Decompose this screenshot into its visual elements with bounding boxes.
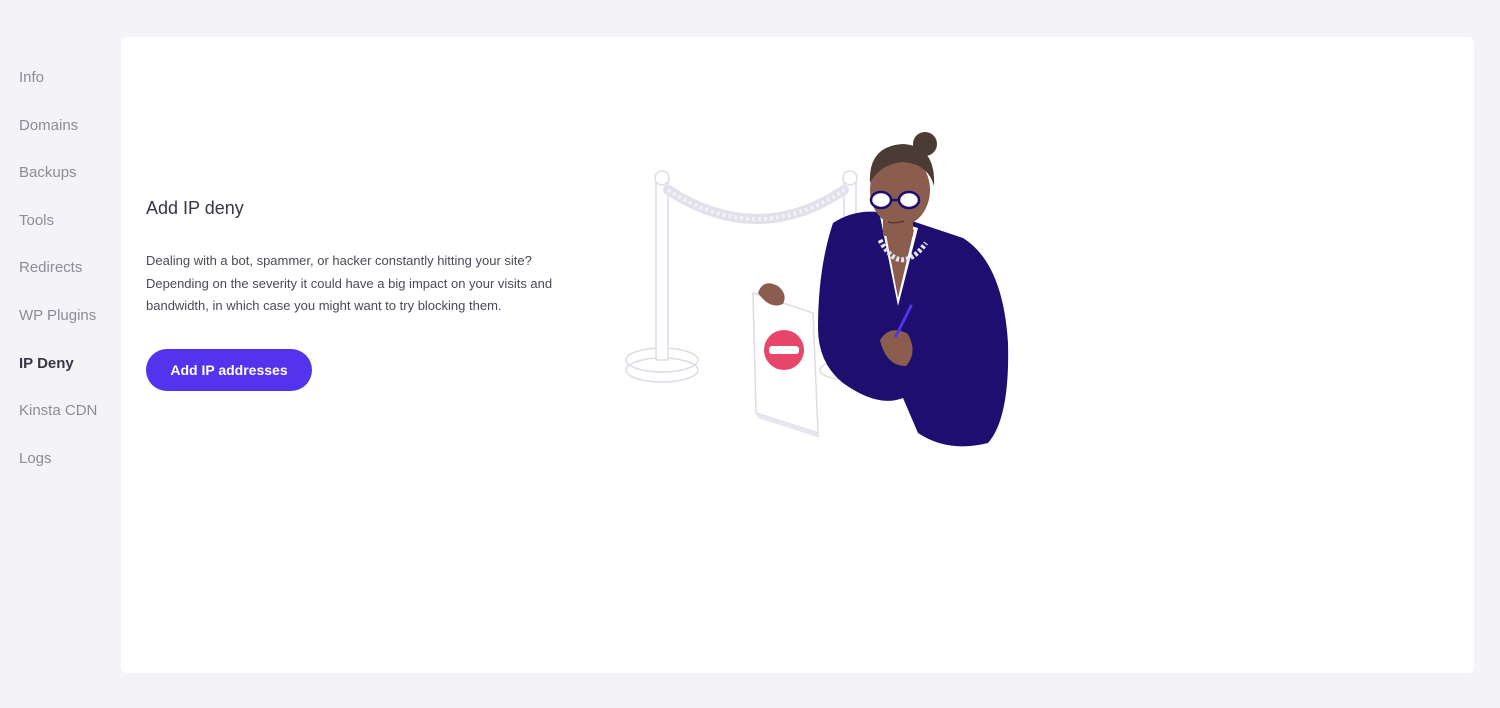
sidebar-item-info[interactable]: Info [19, 69, 44, 86]
sidebar-item-tools[interactable]: Tools [19, 212, 54, 229]
sidebar-nav: Info Domains Backups Tools Redirects WP … [0, 0, 121, 708]
add-ip-addresses-button[interactable]: Add IP addresses [146, 349, 312, 391]
sidebar-item-backups[interactable]: Backups [19, 164, 77, 181]
sidebar-item-logs[interactable]: Logs [19, 450, 52, 467]
sidebar-item-kinsta-cdn[interactable]: Kinsta CDN [19, 402, 97, 419]
sidebar-item-ip-deny[interactable]: IP Deny [19, 355, 74, 372]
page-title: Add IP deny [146, 198, 244, 218]
page-description: Dealing with a bot, spammer, or hacker c… [146, 253, 553, 313]
sidebar-item-redirects[interactable]: Redirects [19, 259, 82, 276]
sidebar-item-wp-plugins[interactable]: WP Plugins [19, 307, 96, 324]
sidebar-item-domains[interactable]: Domains [19, 117, 78, 134]
bouncer-illustration [625, 132, 1009, 447]
